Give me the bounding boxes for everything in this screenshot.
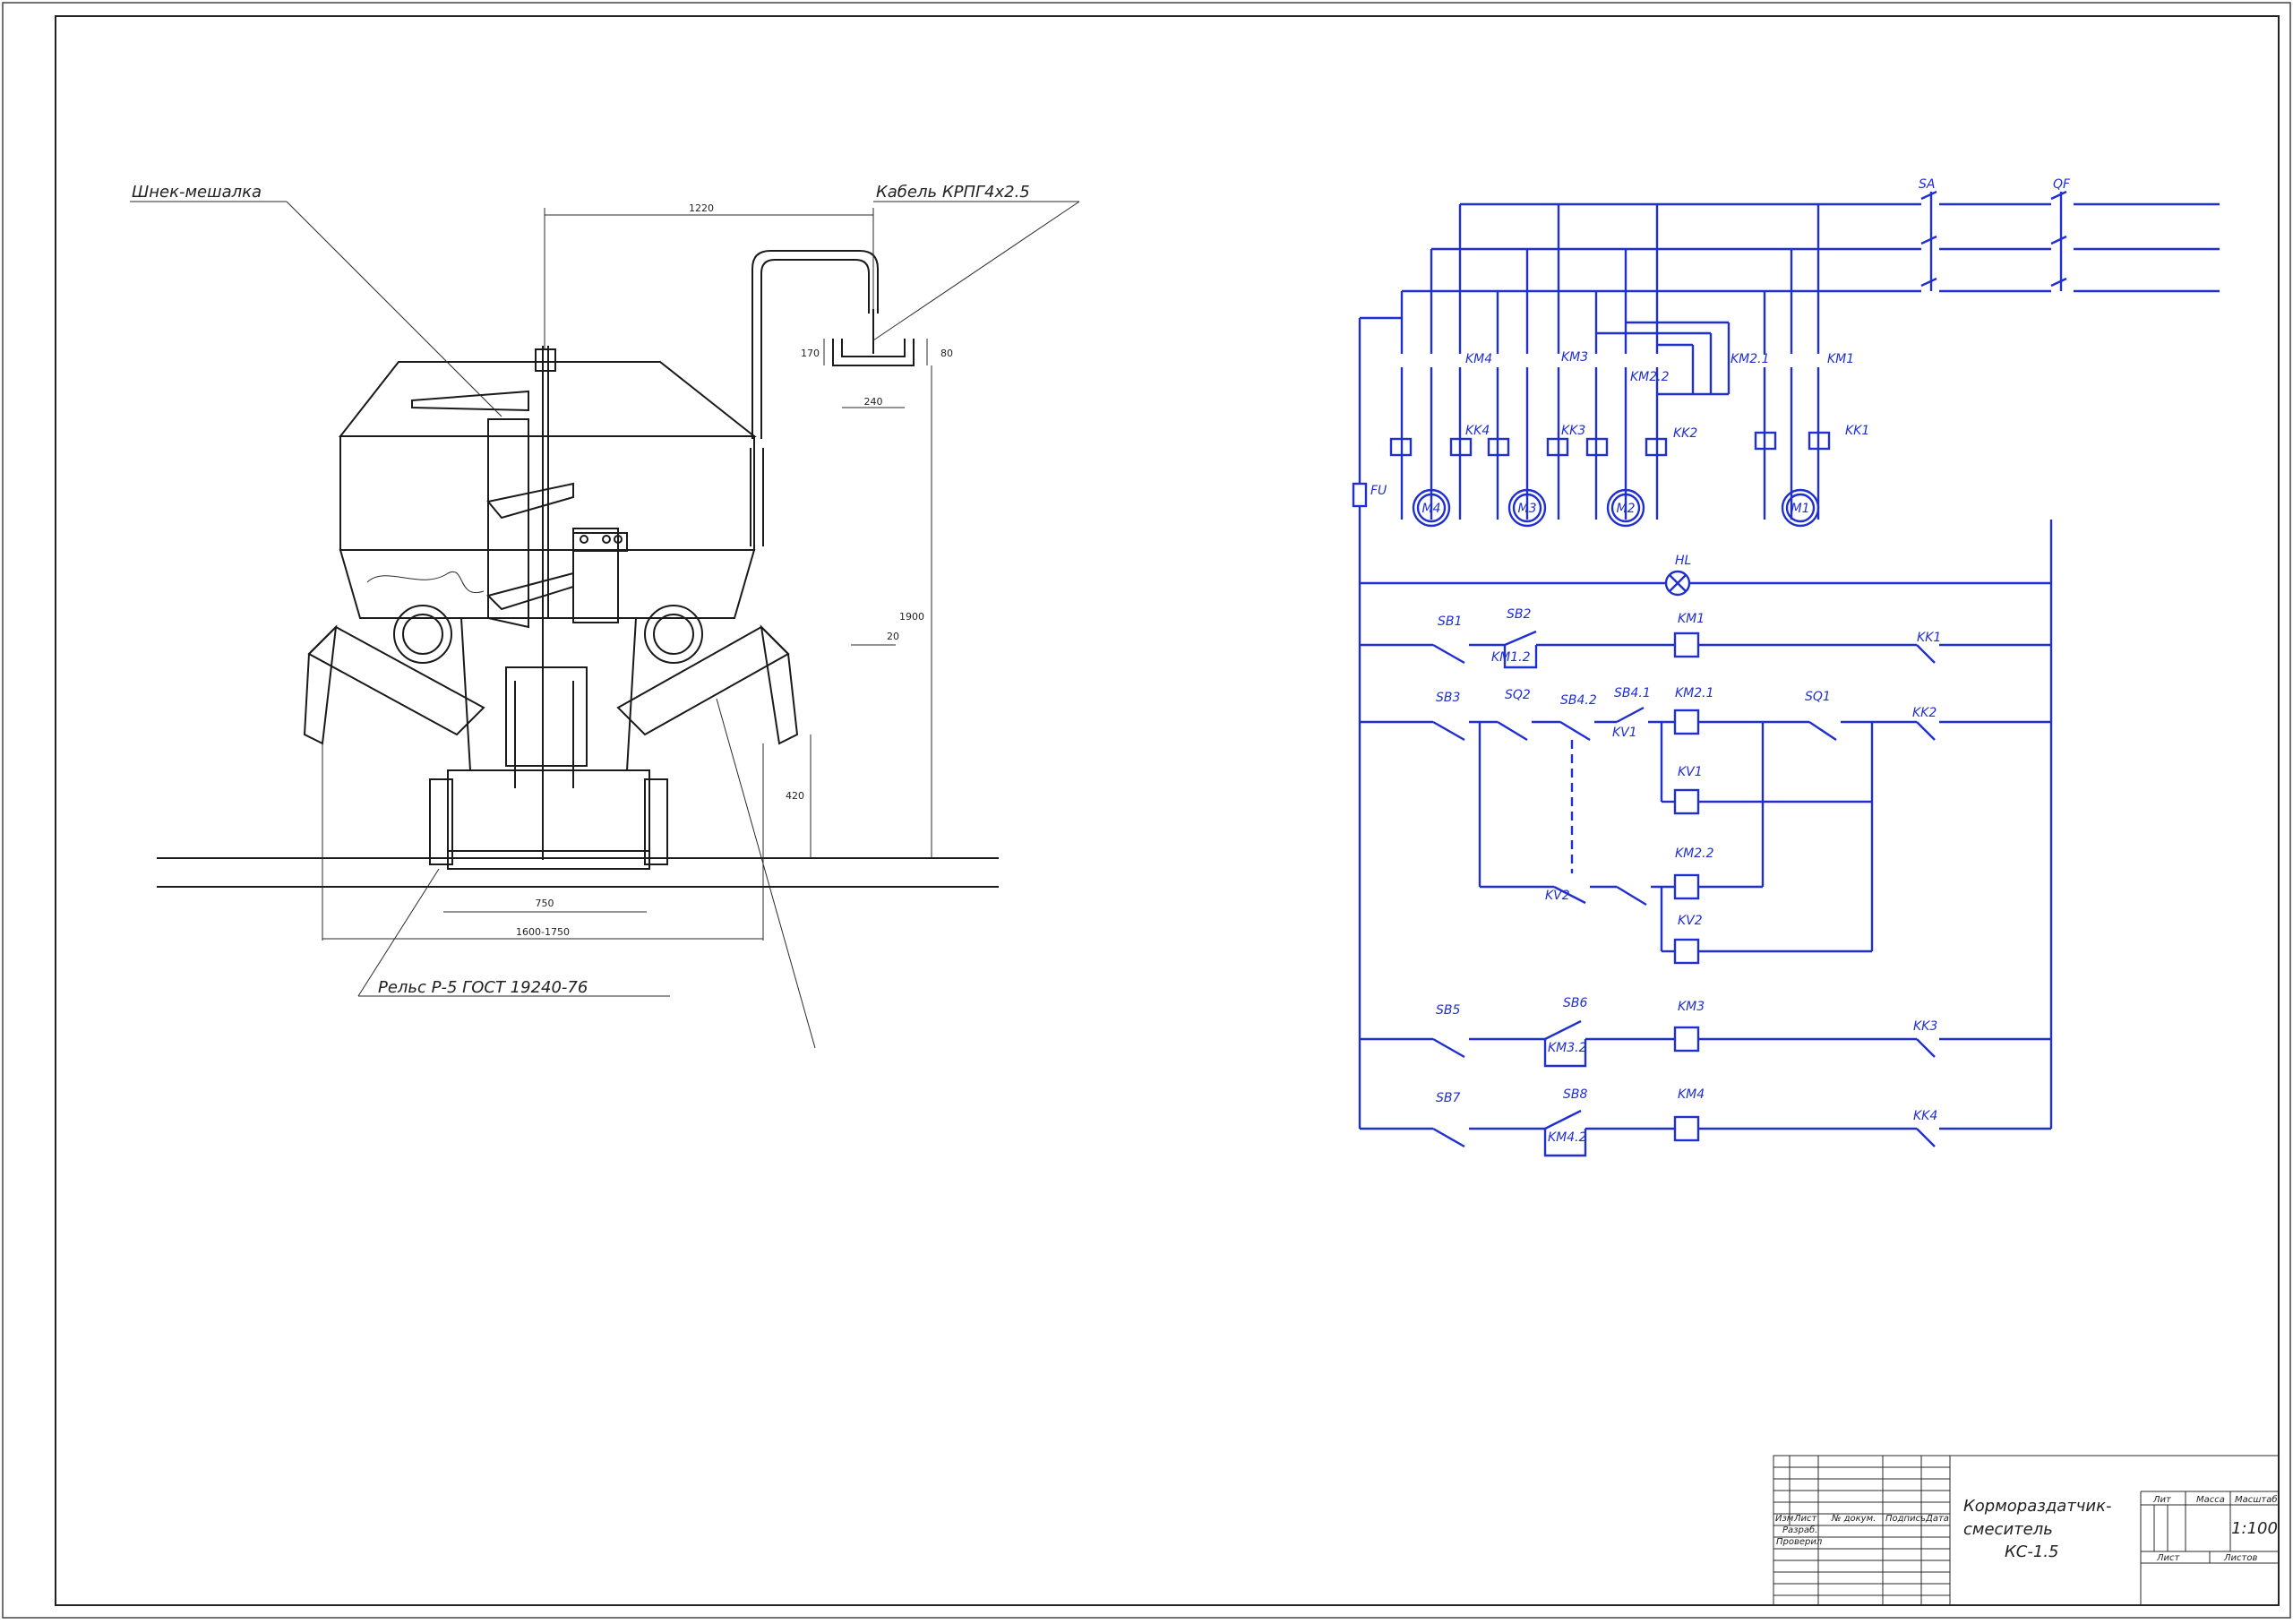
tb-row-dev: Разраб. — [1782, 1525, 1817, 1535]
tb-sheet: Лист — [2156, 1553, 2181, 1563]
motor-m2: M2 — [1617, 502, 1636, 516]
dim-overall-width: 1600-1750 — [516, 926, 570, 938]
tb-title-1: Кормораздатчик- — [1963, 1497, 2112, 1516]
label-km1: KM1 — [1827, 352, 1854, 366]
r6-coil: KM3 — [1678, 1000, 1705, 1014]
label-qf: QF — [2053, 177, 2071, 192]
r6-sb6: SB6 — [1563, 996, 1587, 1010]
tb-scale-label: Масштаб — [2235, 1494, 2278, 1505]
dim-gauge: 750 — [536, 898, 554, 909]
tb-title-2: смеситель — [1963, 1520, 2053, 1539]
dim-axle-height: 420 — [786, 790, 804, 802]
r7-kk: KK4 — [1913, 1109, 1937, 1123]
label-sa: SA — [1919, 177, 1935, 192]
tb-title-3: КС-1.5 — [2005, 1542, 2058, 1561]
r2-sq2: SQ2 — [1505, 688, 1531, 702]
label-km22: KM2.2 — [1630, 370, 1670, 384]
label-km3: KM3 — [1561, 350, 1588, 365]
r6-kk: KK3 — [1913, 1019, 1937, 1034]
callout-rail: Рельс Р-5 ГОСТ 19240-76 — [378, 978, 588, 997]
dim-top-span: 1220 — [689, 202, 714, 214]
r2-kv1c: KV1 — [1612, 726, 1637, 740]
dim-pipe-height: 170 — [801, 348, 820, 359]
callout-auger: Шнек-мешалка — [132, 183, 262, 202]
dim-total-height: 1900 — [899, 611, 924, 623]
tb-col-list: Лист — [1793, 1514, 1818, 1524]
tb-scale-value: 1:100 — [2231, 1519, 2278, 1538]
dim-trough-width: 240 — [864, 396, 883, 408]
tb-sheets: Листов — [2223, 1553, 2257, 1563]
motor-m4: M4 — [1422, 502, 1441, 516]
r7-coil: KM4 — [1678, 1087, 1705, 1102]
r3-coil: KV1 — [1678, 765, 1703, 779]
label-kk3: KK3 — [1561, 424, 1585, 438]
r7-sb8: SB8 — [1563, 1087, 1587, 1102]
sheet-frame — [2, 2, 2291, 1619]
r7-hold: KM4.2 — [1548, 1130, 1587, 1145]
tb-mass: Масса — [2196, 1495, 2225, 1505]
motor-m3: M3 — [1518, 502, 1537, 516]
label-km4: KM4 — [1465, 352, 1492, 366]
tb-col-izm: Изм — [1775, 1514, 1794, 1524]
title-block: Изм Лист № докум. Подпись Дата Разраб. П… — [1773, 1455, 2280, 1606]
label-kk4: KK4 — [1465, 424, 1490, 438]
label-hl: HL — [1675, 554, 1691, 568]
tb-col-doc: № докум. — [1831, 1514, 1876, 1524]
r1-sb1: SB1 — [1438, 614, 1462, 629]
r6-sb5: SB5 — [1436, 1003, 1460, 1018]
label-kk2: KK2 — [1673, 426, 1697, 441]
dim-trough-height: 80 — [940, 348, 953, 359]
r2-kk: KK2 — [1912, 706, 1937, 720]
drawing-sheet: 1220 170 80 240 1900 20 420 750 1600-175… — [0, 0, 2293, 1620]
r6-hold: KM3.2 — [1548, 1041, 1587, 1055]
motor-m1: M1 — [1791, 502, 1810, 516]
drawing-canvas: 1220 170 80 240 1900 20 420 750 1600-175… — [2, 2, 2291, 1619]
mechanical-view: 1220 170 80 240 1900 20 420 750 1600-175… — [130, 183, 1080, 1049]
r2-sq1: SQ1 — [1805, 690, 1831, 704]
r4-coil: KM2.2 — [1675, 846, 1714, 861]
tb-lit: Лит — [2152, 1495, 2172, 1505]
label-fu: FU — [1370, 484, 1387, 498]
electrical-schematic: SA QF KM4 KM3 KM2.1 KM2.2 KM1 KK4 KK3 KK… — [1352, 177, 2220, 1157]
label-kk1: KK1 — [1845, 424, 1869, 438]
r2-sb41: SB4.1 — [1614, 686, 1651, 700]
r2-coil: KM2.1 — [1675, 686, 1714, 700]
r1-coil: KM1 — [1678, 612, 1705, 626]
r2-sb42: SB4.2 — [1560, 693, 1597, 708]
tb-col-sign: Подпись — [1885, 1514, 1926, 1524]
callout-cable: Кабель КРПГ4х2.5 — [876, 183, 1030, 202]
tb-col-date: Дата — [1925, 1514, 1949, 1524]
r4-kv2c: KV2 — [1545, 889, 1570, 903]
r1-hold: KM1.2 — [1491, 650, 1531, 665]
r5-coil: KV2 — [1678, 914, 1703, 928]
dim-angle: 20 — [887, 631, 899, 642]
r1-sb2: SB2 — [1507, 607, 1531, 622]
tb-row-check: Проверил — [1776, 1537, 1823, 1547]
r2-sb3: SB3 — [1436, 691, 1460, 705]
r7-sb7: SB7 — [1436, 1091, 1460, 1105]
label-km21: KM2.1 — [1730, 352, 1770, 366]
r1-kk: KK1 — [1917, 631, 1941, 645]
